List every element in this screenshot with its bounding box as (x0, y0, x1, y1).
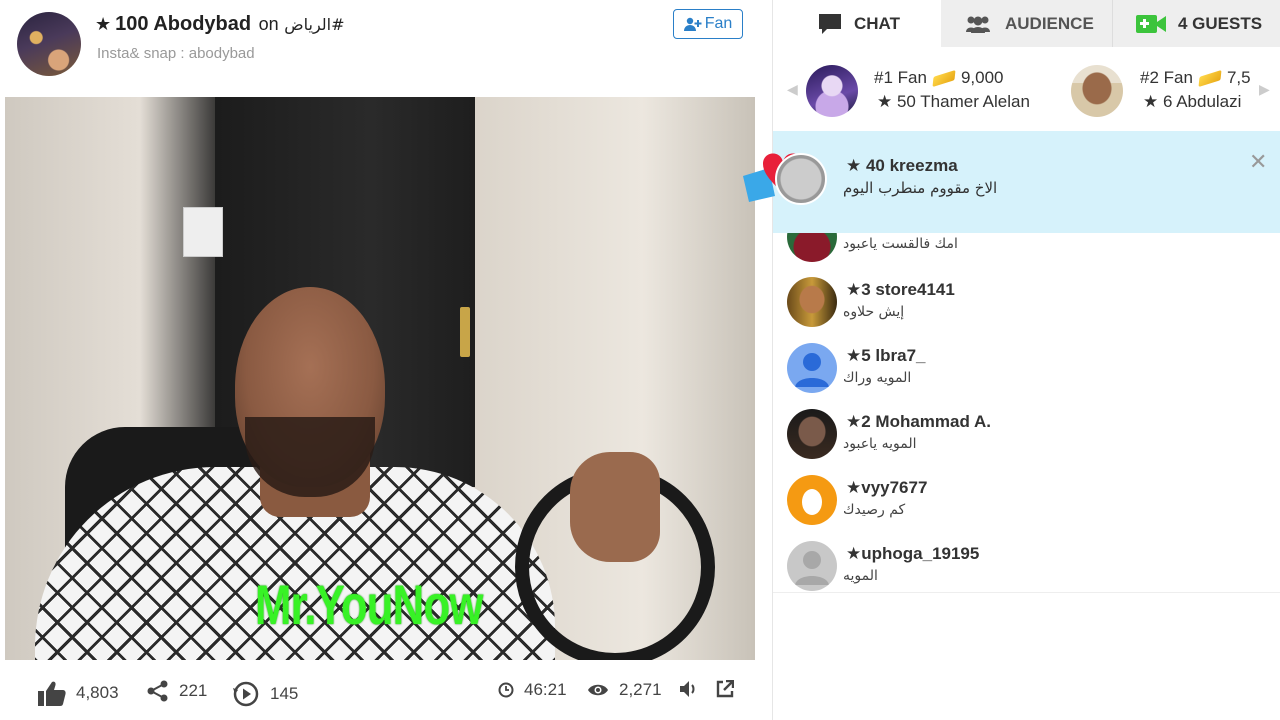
host-name[interactable]: 100 Abodybad (115, 13, 251, 35)
chat-message-text: امك فالقست ياعبود (843, 236, 958, 252)
likes-stat[interactable]: 4,803 (38, 680, 119, 706)
close-icon[interactable]: ✕ (1249, 149, 1267, 175)
video-bg-handle (460, 307, 470, 357)
top-fan-2-user[interactable]: ★ 6 Abdulazi (1143, 92, 1241, 112)
host-title: ★ 100 Abodybad on الرياض# (95, 13, 345, 36)
chevron-right-icon[interactable]: ▶ (1259, 81, 1270, 98)
gold-bar-icon (1198, 69, 1222, 87)
chat-username[interactable]: ★2 Mohammad A. (846, 412, 991, 432)
eye-icon (588, 684, 608, 696)
chat-panel: CHAT AUDIENCE 4 GUESTS ◀ #1 Fan 9,000 ★ … (743, 0, 1280, 720)
list-item: ★3 store4141 إيش حلاوه (773, 276, 1280, 342)
top-fan-2-avatar[interactable] (1071, 65, 1123, 117)
highlighted-message: ★ 40 kreezma الاخ مقووم منطرب اليوم ✕ (743, 131, 1280, 233)
highlight-avatar[interactable] (775, 153, 827, 205)
highlight-message-text: الاخ مقووم منطرب اليوم (843, 179, 998, 197)
video-watermark: Mr.YouNow (255, 573, 483, 636)
top-fan-1-user[interactable]: ★ 50 Thamer Alelan (877, 92, 1030, 112)
chat-avatar[interactable] (787, 277, 837, 327)
top-fan-1-rank-line: #1 Fan 9,000 (874, 68, 1003, 88)
duration-value: 46:21 (524, 680, 567, 699)
tab-chat-label: CHAT (854, 13, 900, 33)
views-count: 2,271 (619, 680, 662, 699)
video-bg-switches (183, 207, 223, 257)
top-fan-2-rank-line: #2 Fan 7,5 (1140, 68, 1251, 88)
top-fan-2-amount: 7,5 (1226, 68, 1251, 87)
fan-button[interactable]: Fan (673, 9, 743, 39)
chat-username[interactable]: ★3 store4141 (846, 280, 955, 300)
clock-icon (498, 682, 514, 698)
video-player[interactable]: Mr.YouNow (5, 97, 755, 660)
likes-count: 4,803 (76, 683, 119, 702)
video-hand (570, 452, 660, 562)
tab-guests-label: 4 GUESTS (1178, 13, 1263, 33)
chat-message-text: كم رصيدك (843, 502, 906, 518)
popout-button[interactable] (716, 680, 734, 698)
top-fans-carousel: ◀ #1 Fan 9,000 ★ 50 Thamer Alelan #2 Fan… (773, 47, 1280, 131)
shares-stat[interactable]: 221 (147, 680, 207, 702)
volume-button[interactable] (679, 680, 699, 698)
share-icon (147, 680, 168, 702)
egg-avatar-icon (802, 489, 822, 515)
list-item: ★5 lbra7_ المويه وراك (773, 342, 1280, 408)
tab-audience[interactable]: AUDIENCE (941, 0, 1113, 47)
chat-avatar[interactable] (787, 409, 837, 459)
chevron-left-icon[interactable]: ◀ (787, 81, 798, 98)
video-camera-icon (1136, 14, 1166, 33)
broadcast-panel: ★ 100 Abodybad on الرياض# Insta& snap : a… (0, 0, 772, 720)
plays-count: 145 (270, 684, 299, 703)
chat-avatar[interactable] (787, 541, 837, 591)
duration-stat: 46:21 (498, 680, 567, 700)
replay-icon (233, 681, 259, 707)
default-user-icon (795, 353, 829, 387)
volume-icon (680, 681, 695, 697)
gold-bar-icon (932, 69, 956, 87)
chat-avatar[interactable] (787, 233, 837, 262)
chat-message-list[interactable]: امك فالقست ياعبود ★3 store4141 إيش حلاوه… (773, 233, 1280, 593)
chat-message-text: المويه (843, 568, 878, 584)
chat-username[interactable]: ★uphoga_19195 (846, 544, 979, 564)
top-fan-1-amount: 9,000 (960, 68, 1004, 87)
users-icon (966, 16, 990, 33)
top-fan-1-rank: #1 Fan (874, 68, 927, 87)
top-fan-1-avatar[interactable] (806, 65, 858, 117)
host-level-star: ★ (95, 14, 112, 34)
host-avatar[interactable] (17, 12, 81, 76)
list-item: ★2 Mohammad A. المويه ياعبود (773, 408, 1280, 474)
list-item: ★uphoga_19195 المويه (773, 540, 1280, 592)
add-user-icon (683, 17, 702, 31)
chat-avatar[interactable] (787, 343, 837, 393)
shares-count: 221 (179, 681, 208, 700)
tab-guests[interactable]: 4 GUESTS (1113, 0, 1280, 47)
list-item: امك فالقست ياعبود (773, 233, 1280, 274)
chat-username[interactable]: ★5 lbra7_ (846, 346, 926, 366)
top-fan-2-rank: #2 Fan (1140, 68, 1193, 87)
chat-bubble-icon (819, 13, 841, 34)
list-item: ★vyy7677 كم رصيدك (773, 474, 1280, 540)
chat-message-text: إيش حلاوه (843, 304, 905, 320)
hashtag-link[interactable]: الرياض# (284, 15, 344, 34)
highlight-username[interactable]: ★ 40 kreezma (846, 156, 958, 176)
chat-username[interactable]: ★vyy7677 (846, 478, 927, 498)
chat-avatar[interactable] (787, 475, 837, 525)
tab-audience-label: AUDIENCE (1005, 13, 1094, 33)
thumbs-up-icon (38, 681, 66, 706)
plays-stat[interactable]: 145 (232, 680, 298, 708)
chat-tabs: CHAT AUDIENCE 4 GUESTS (773, 0, 1280, 47)
stats-bar: 4,803 221 145 46:21 2,271 (0, 672, 772, 720)
external-link-icon (716, 680, 734, 698)
on-label: on (258, 14, 279, 34)
host-subtitle: Insta& snap : abodybad (97, 45, 255, 62)
tab-chat[interactable]: CHAT (773, 0, 941, 47)
chat-message-text: المويه وراك (843, 370, 912, 386)
fan-button-label: Fan (704, 15, 733, 32)
default-user-icon (795, 551, 829, 585)
chat-message-text: المويه ياعبود (843, 436, 917, 452)
views-stat: 2,271 (587, 680, 662, 700)
